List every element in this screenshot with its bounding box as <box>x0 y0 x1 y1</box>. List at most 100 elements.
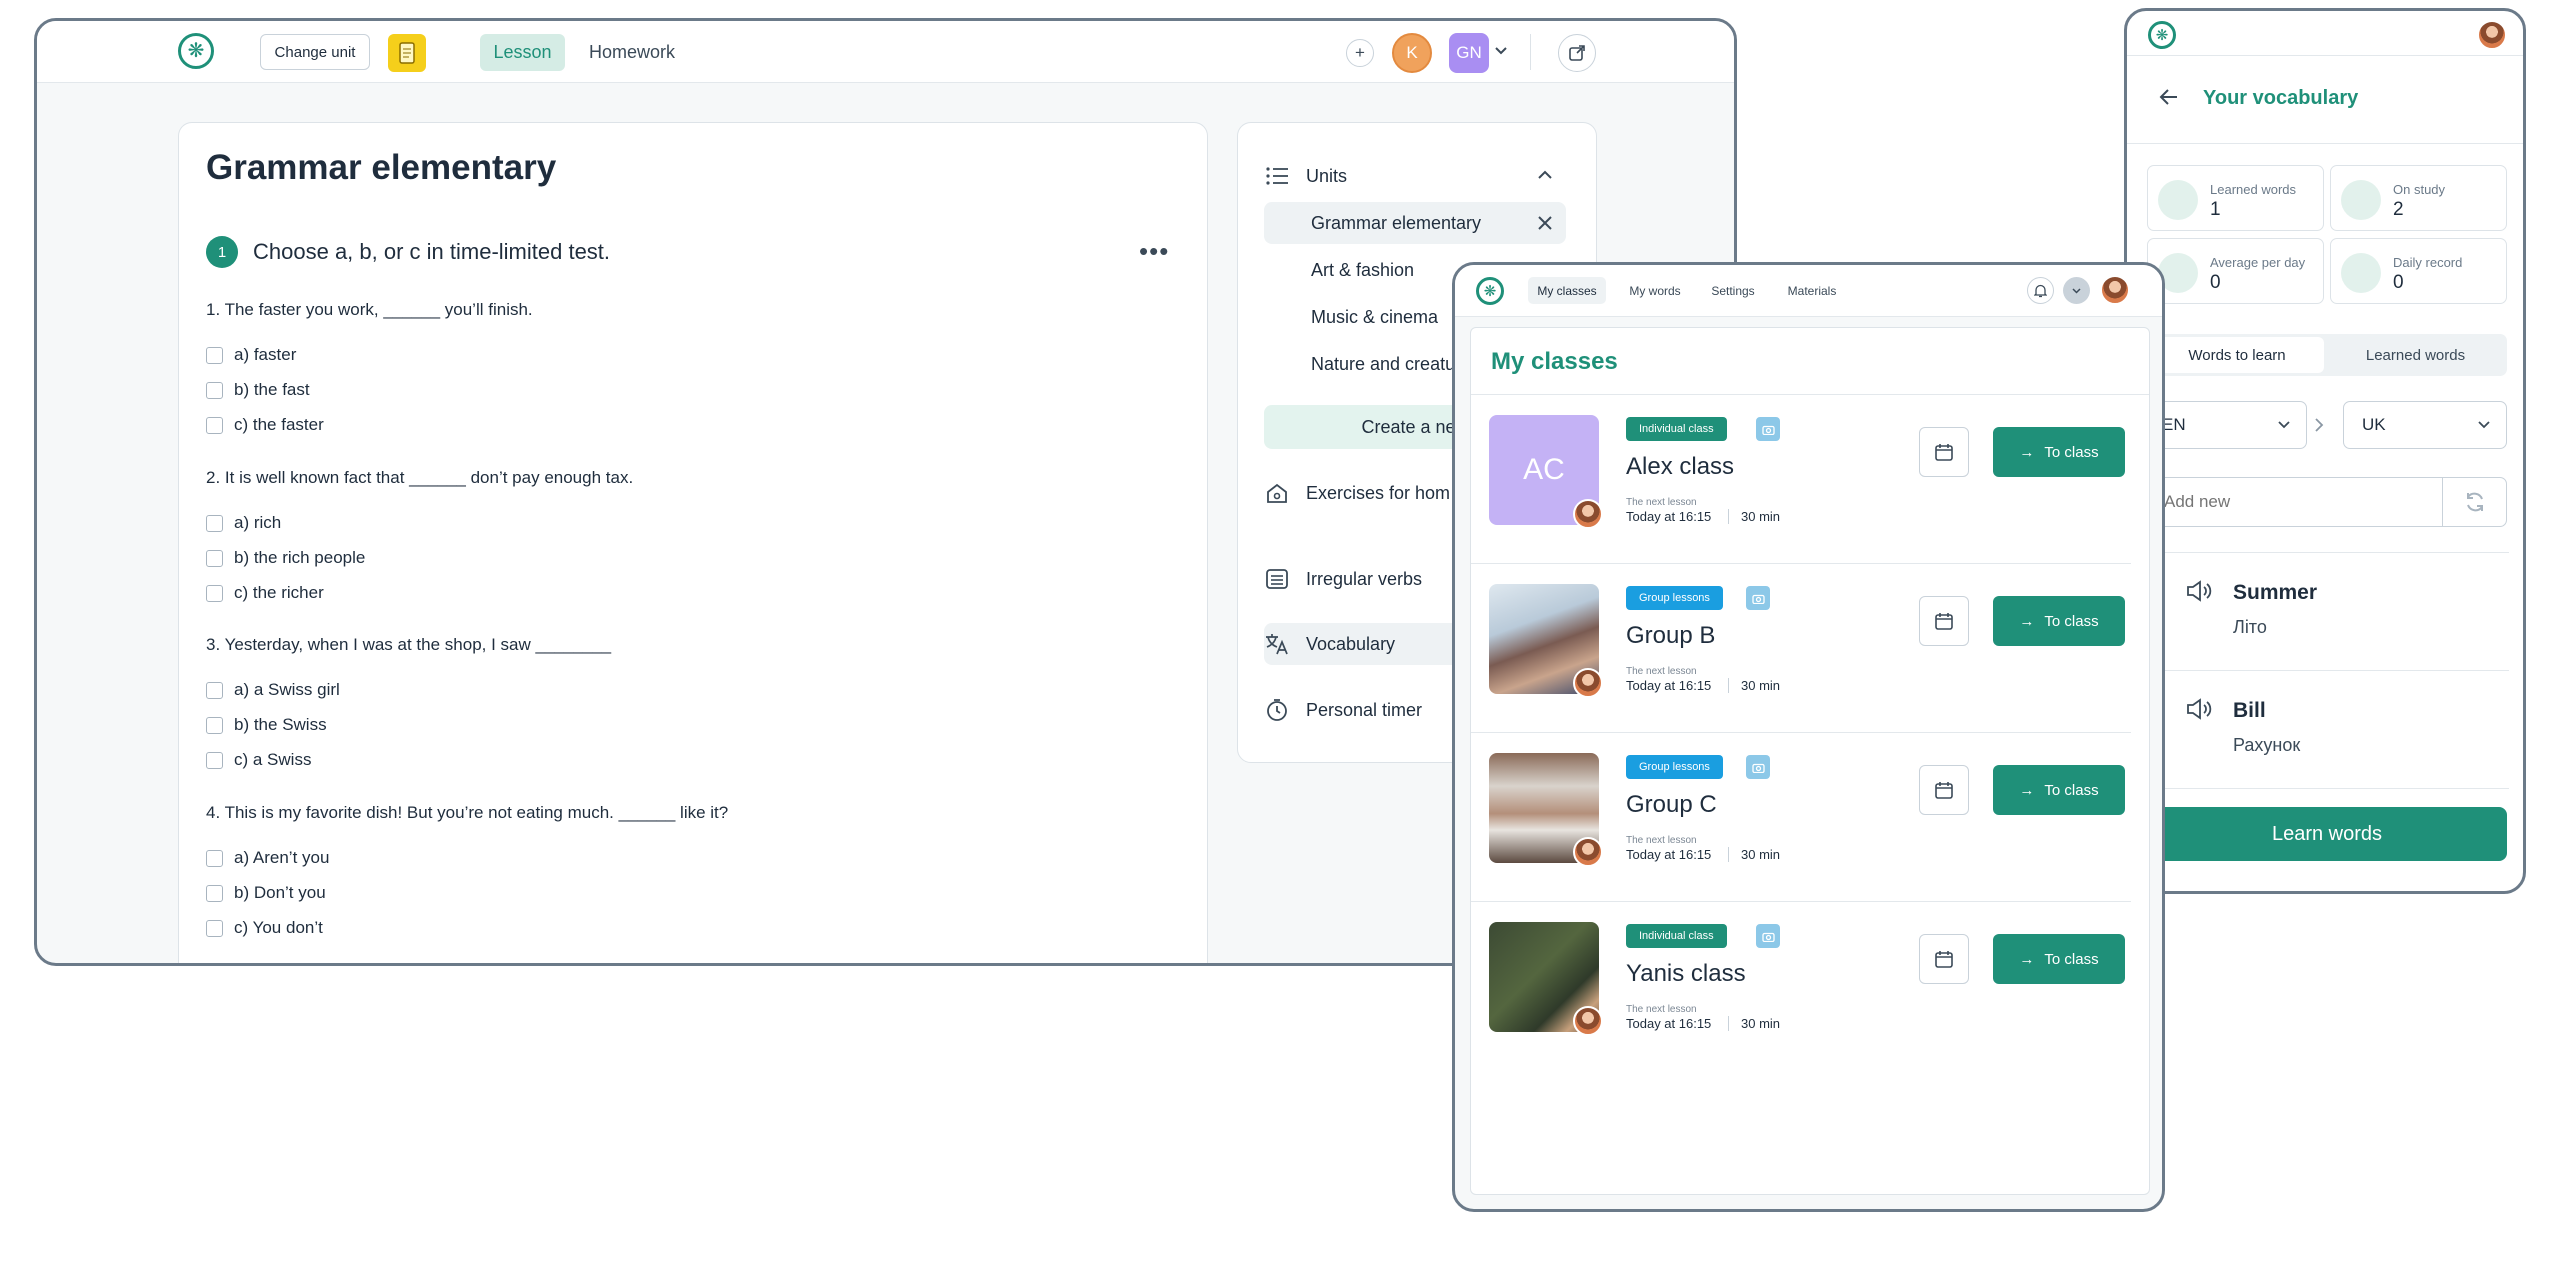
checkbox[interactable] <box>206 681 223 699</box>
bell-icon[interactable] <box>2027 277 2054 304</box>
avatar[interactable] <box>2477 20 2507 50</box>
next-lesson-time: Today at 16:15 <box>1626 1016 1712 1031</box>
chevron-up-icon[interactable] <box>1536 166 1554 189</box>
avatar-k[interactable]: K <box>1392 33 1432 73</box>
answer-option[interactable]: b) the rich people <box>206 548 365 568</box>
answer-option[interactable]: c) the richer <box>206 583 324 603</box>
stat-label: Learned words <box>2210 182 2296 197</box>
checkbox[interactable] <box>206 381 223 399</box>
calendar-icon[interactable] <box>1919 596 1969 646</box>
arrow-right-icon: → <box>2019 612 2035 630</box>
stat-label: Average per day <box>2210 255 2306 270</box>
close-icon[interactable] <box>1536 214 1554 237</box>
answer-option[interactable]: a) faster <box>206 345 296 365</box>
refresh-icon[interactable] <box>2442 478 2506 526</box>
question-text: 3. Yesterday, when I was at the shop, I … <box>206 635 612 654</box>
option-label: c) the faster <box>234 415 324 434</box>
unit-item-active[interactable]: Grammar elementary <box>1264 202 1566 244</box>
teacher-avatar <box>1573 837 1603 867</box>
checkbox[interactable] <box>206 416 223 434</box>
stat-value: 0 <box>2393 272 2404 293</box>
chevron-down-icon[interactable] <box>1493 43 1509 59</box>
answer-option[interactable]: a) Aren’t you <box>206 848 329 868</box>
camera-icon <box>1756 924 1780 948</box>
to-class-button[interactable]: → To class <box>1993 596 2125 646</box>
checkbox[interactable] <box>206 549 223 567</box>
question-text: 1. The faster you work, ______ you’ll fi… <box>206 300 533 319</box>
answer-option[interactable]: b) the Swiss <box>206 715 327 735</box>
checkbox[interactable] <box>206 346 223 364</box>
vocab-tabs: Words to learn Learned words <box>2147 334 2507 376</box>
calendar-icon[interactable] <box>1919 934 1969 984</box>
nav-materials[interactable]: Materials <box>1775 277 1849 304</box>
change-unit-button[interactable]: Change unit <box>260 34 370 70</box>
answer-option[interactable]: b) the fast <box>206 380 310 400</box>
answer-option[interactable]: a) a Swiss girl <box>206 680 340 700</box>
class-card: Group lessons Group B The next lesson To… <box>1471 564 2131 733</box>
units-header[interactable]: Units <box>1264 155 1564 197</box>
checkbox[interactable] <box>206 884 223 902</box>
checkbox[interactable] <box>206 514 223 532</box>
language-from-select[interactable]: EN <box>2147 401 2307 449</box>
checkbox[interactable] <box>206 716 223 734</box>
answer-option[interactable]: c) the faster <box>206 415 324 435</box>
answer-option[interactable]: c) You don’t <box>206 918 323 938</box>
external-link-icon[interactable] <box>1558 34 1596 72</box>
language-to-select[interactable]: UK <box>2343 401 2507 449</box>
add-word-field <box>2147 477 2507 527</box>
checkbox[interactable] <box>206 849 223 867</box>
speaker-icon[interactable] <box>2185 697 2213 726</box>
list-icon <box>1264 163 1290 189</box>
more-options-icon[interactable]: ••• <box>1139 236 1169 267</box>
tab-learned-words[interactable]: Learned words <box>2327 337 2504 373</box>
nav-my-words[interactable]: My words <box>1620 277 1690 304</box>
app-logo-icon[interactable]: ❋ <box>178 33 214 69</box>
camera-icon <box>1746 586 1770 610</box>
learn-words-button[interactable]: Learn words <box>2147 807 2507 861</box>
tab-words-to-learn[interactable]: Words to learn <box>2150 337 2324 373</box>
word-translation: Літо <box>2233 617 2267 637</box>
avatar[interactable] <box>2100 275 2130 305</box>
answer-option[interactable]: b) Don’t you <box>206 883 326 903</box>
sidebar-label: Vocabulary <box>1306 633 1396 654</box>
option-label: c) a Swiss <box>234 750 312 769</box>
answer-option[interactable]: a) rich <box>206 513 281 533</box>
lesson-duration: 30 min <box>1728 1016 1780 1031</box>
add-new-input[interactable] <box>2148 478 2438 526</box>
app-logo-icon[interactable]: ❋ <box>1476 277 1504 305</box>
avatar-gn[interactable]: GN <box>1449 33 1489 73</box>
teacher-avatar <box>1573 668 1603 698</box>
app-logo-icon[interactable]: ❋ <box>2148 21 2176 49</box>
sidebar-label: Irregular verbs <box>1306 568 1423 589</box>
add-icon[interactable]: + <box>1346 39 1374 67</box>
page-title: My classes <box>1491 348 1618 375</box>
back-arrow-icon[interactable] <box>2159 88 2179 111</box>
to-class-button[interactable]: → To class <box>1993 765 2125 815</box>
checkbox[interactable] <box>206 751 223 769</box>
class-card: AC Individual class Alex class The next … <box>1471 395 2131 564</box>
exercise-card: Grammar elementary 1 Choose a, b, or c i… <box>178 122 1208 963</box>
arrow-right-icon: → <box>2019 443 2035 461</box>
option-label: a) Aren’t you <box>234 848 330 867</box>
answer-option[interactable]: c) a Swiss <box>206 750 311 770</box>
chevron-down-icon[interactable] <box>2063 277 2090 304</box>
lesson-duration: 30 min <box>1728 847 1780 862</box>
study-illustration-icon <box>2341 180 2381 220</box>
lesson-duration: 30 min <box>1728 509 1780 524</box>
checkbox[interactable] <box>206 919 223 937</box>
calendar-icon[interactable] <box>1919 765 1969 815</box>
notes-icon[interactable] <box>388 34 426 72</box>
checkbox[interactable] <box>206 584 223 602</box>
stat-value: 2 <box>2393 199 2404 220</box>
option-label: b) the Swiss <box>234 715 327 734</box>
nav-my-classes[interactable]: My classes <box>1528 277 1606 304</box>
nav-settings[interactable]: Settings <box>1700 277 1766 304</box>
speaker-icon[interactable] <box>2185 579 2213 608</box>
classes-nav: ❋ My classes My words Settings Materials <box>1455 265 2162 317</box>
calendar-icon[interactable] <box>1919 427 1969 477</box>
stat-learned-words: Learned words 1 <box>2147 165 2324 231</box>
tab-lesson[interactable]: Lesson <box>480 34 565 71</box>
to-class-button[interactable]: → To class <box>1993 934 2125 984</box>
tab-homework[interactable]: Homework <box>582 34 682 71</box>
to-class-button[interactable]: → To class <box>1993 427 2125 477</box>
